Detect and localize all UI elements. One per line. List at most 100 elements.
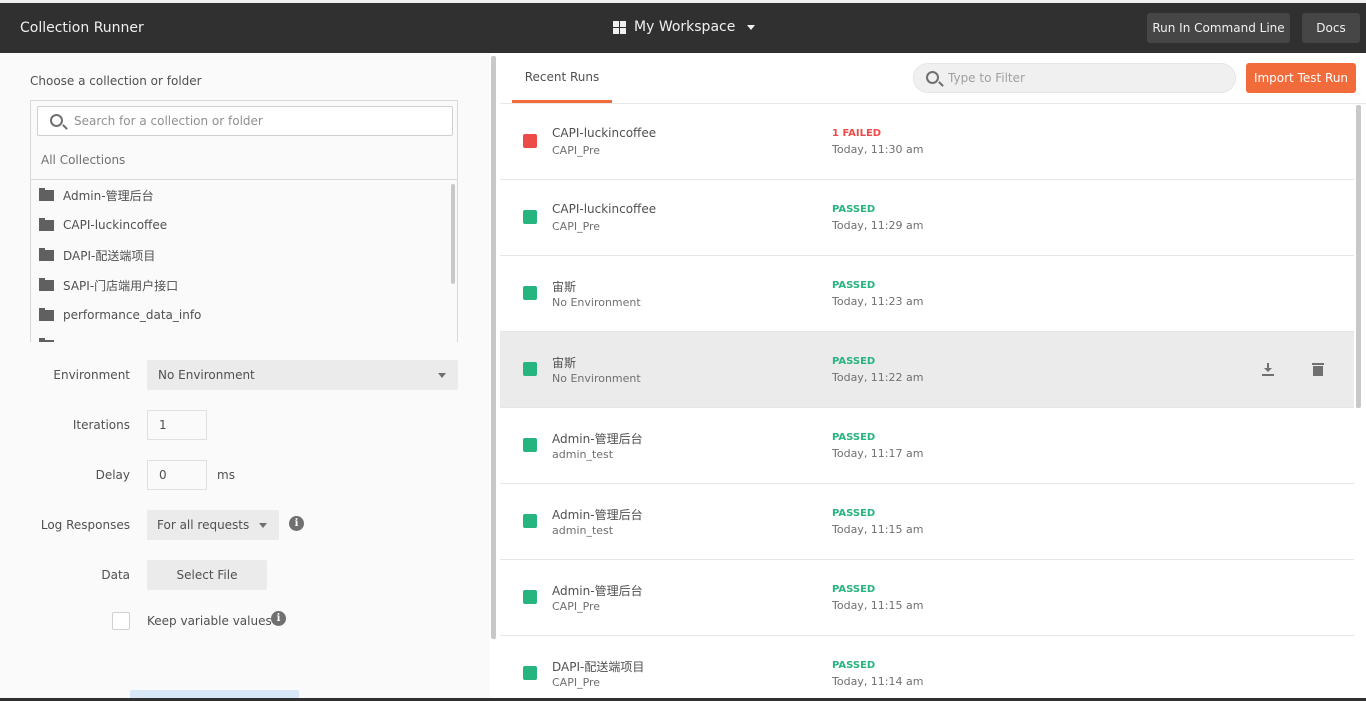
run-environment: admin_test [552, 448, 614, 461]
log-responses-label: Log Responses [40, 518, 130, 532]
run-row-hovered[interactable]: 宙斯 No Environment PASSED Today, 11:22 am [500, 332, 1354, 408]
run-in-command-line-button[interactable]: Run In Command Line [1147, 13, 1290, 43]
collection-item[interactable]: CAPI-luckincoffee [31, 210, 457, 240]
run-collection-name: DAPI-配送端项目 [552, 660, 645, 674]
left-panel-scrollbar[interactable] [491, 56, 496, 639]
run-collection-name: Admin-管理后台 [552, 508, 643, 522]
collection-name: CAPI-luckincoffee [63, 218, 168, 232]
run-collection-name: Admin-管理后台 [552, 584, 643, 598]
run-row[interactable]: CAPI-luckincoffee CAPI_Pre 1 FAILED Toda… [500, 104, 1354, 180]
run-status: PASSED [832, 432, 876, 443]
recent-runs-panel: Recent Runs Import Test Run CAPI-luckinc… [500, 53, 1366, 701]
run-collection-name: CAPI-luckincoffee [552, 126, 657, 140]
runs-list-scrollbar[interactable] [1356, 105, 1361, 408]
run-collection-name: 宙斯 [552, 356, 577, 370]
run-collection-name: Admin-管理后台 [552, 432, 643, 446]
search-icon [926, 71, 939, 84]
status-indicator [523, 210, 537, 224]
workspace-label: My Workspace [634, 19, 736, 35]
environment-label: Environment [53, 368, 130, 382]
status-indicator [523, 134, 537, 148]
status-indicator [523, 590, 537, 604]
collection-list-scrollbar[interactable] [451, 184, 455, 284]
environment-select[interactable]: No Environment [147, 360, 458, 390]
run-timestamp: Today, 11:29 am [832, 219, 924, 232]
collection-search-input[interactable] [74, 107, 444, 135]
data-label: Data [101, 568, 130, 582]
run-row[interactable]: 宙斯 No Environment PASSED Today, 11:23 am [500, 256, 1354, 332]
iterations-input[interactable] [147, 410, 207, 440]
keep-variable-values-label: Keep variable values [147, 614, 272, 628]
collection-item-partial[interactable] [31, 330, 457, 342]
delay-input[interactable] [147, 460, 207, 490]
collection-item[interactable]: Admin-管理后台 [31, 180, 457, 210]
run-timestamp: Today, 11:30 am [832, 143, 924, 156]
run-environment: No Environment [552, 296, 641, 309]
status-indicator [523, 666, 537, 680]
run-row[interactable]: CAPI-luckincoffee CAPI_Pre PASSED Today,… [500, 180, 1354, 256]
folder-icon [39, 247, 54, 261]
choose-collection-label: Choose a collection or folder [30, 74, 202, 88]
environment-value: No Environment [158, 368, 255, 382]
run-timestamp: Today, 11:22 am [832, 371, 924, 384]
all-collections-breadcrumb[interactable]: All Collections [41, 153, 125, 167]
run-row[interactable]: Admin-管理后台 CAPI_Pre PASSED Today, 11:15 … [500, 560, 1354, 636]
delay-label: Delay [95, 468, 130, 482]
run-status: PASSED [832, 356, 876, 367]
runner-config-panel: Choose a collection or folder All Collec… [0, 53, 490, 701]
download-icon[interactable] [1262, 363, 1274, 377]
run-environment: No Environment [552, 372, 641, 385]
status-indicator [523, 362, 537, 376]
run-environment: CAPI_Pre [552, 220, 601, 233]
log-responses-value: For all requests [157, 518, 250, 532]
info-icon[interactable]: i [271, 611, 286, 626]
run-environment: CAPI_Pre [552, 144, 601, 157]
run-timestamp: Today, 11:17 am [832, 447, 924, 460]
collection-search[interactable] [37, 106, 453, 136]
run-timestamp: Today, 11:23 am [832, 295, 924, 308]
run-row[interactable]: Admin-管理后台 admin_test PASSED Today, 11:1… [500, 484, 1354, 560]
log-responses-select[interactable]: For all requests [147, 510, 279, 540]
run-timestamp: Today, 11:15 am [832, 599, 924, 612]
folder-icon [39, 337, 54, 342]
folder-icon [39, 277, 54, 291]
keep-variable-values-checkbox[interactable] [112, 612, 130, 630]
workspace-switcher[interactable]: My Workspace [613, 19, 756, 35]
app-header: Collection Runner My Workspace Run In Co… [0, 3, 1366, 53]
run-row[interactable]: Admin-管理后台 admin_test PASSED Today, 11:1… [500, 408, 1354, 484]
run-status: PASSED [832, 280, 876, 291]
info-icon[interactable]: i [289, 516, 304, 531]
run-row[interactable]: DAPI-配送端项目 CAPI_Pre PASSED Today, 11:14 … [500, 636, 1354, 701]
collection-name: SAPI-门店端用户接口 [63, 278, 179, 293]
chevron-down-icon [259, 523, 267, 528]
collection-item[interactable]: performance_data_info [31, 300, 457, 330]
run-status: PASSED [832, 584, 876, 595]
runs-filter-input[interactable] [948, 64, 1228, 92]
chevron-down-icon [747, 24, 756, 30]
delay-unit-label: ms [217, 468, 235, 482]
run-environment: admin_test [552, 524, 614, 537]
folder-icon [39, 187, 54, 201]
app-title: Collection Runner [20, 20, 144, 36]
collection-name: performance_data_info [63, 308, 202, 322]
tab-recent-runs[interactable]: Recent Runs [512, 53, 612, 103]
status-indicator [523, 514, 537, 528]
collection-name: Admin-管理后台 [63, 188, 154, 203]
runs-filter[interactable] [913, 63, 1236, 93]
select-file-button[interactable]: Select File [147, 560, 267, 590]
run-collection-name: CAPI-luckincoffee [552, 202, 657, 216]
status-indicator [523, 286, 537, 300]
collection-item[interactable]: SAPI-门店端用户接口 [31, 270, 457, 300]
import-test-run-button[interactable]: Import Test Run [1246, 63, 1356, 93]
workspace-grid-icon [613, 20, 626, 34]
run-status: PASSED [832, 204, 876, 215]
recent-runs-list: CAPI-luckincoffee CAPI_Pre 1 FAILED Toda… [500, 104, 1354, 701]
run-environment: CAPI_Pre [552, 600, 601, 613]
status-indicator [523, 438, 537, 452]
trash-icon[interactable] [1312, 363, 1324, 376]
run-timestamp: Today, 11:14 am [832, 675, 924, 688]
collection-item[interactable]: DAPI-配送端项目 [31, 240, 457, 270]
search-icon [50, 114, 63, 127]
collection-picker: All Collections Admin-管理后台 CAPI-luckinco… [30, 100, 458, 342]
docs-button[interactable]: Docs [1302, 13, 1360, 43]
